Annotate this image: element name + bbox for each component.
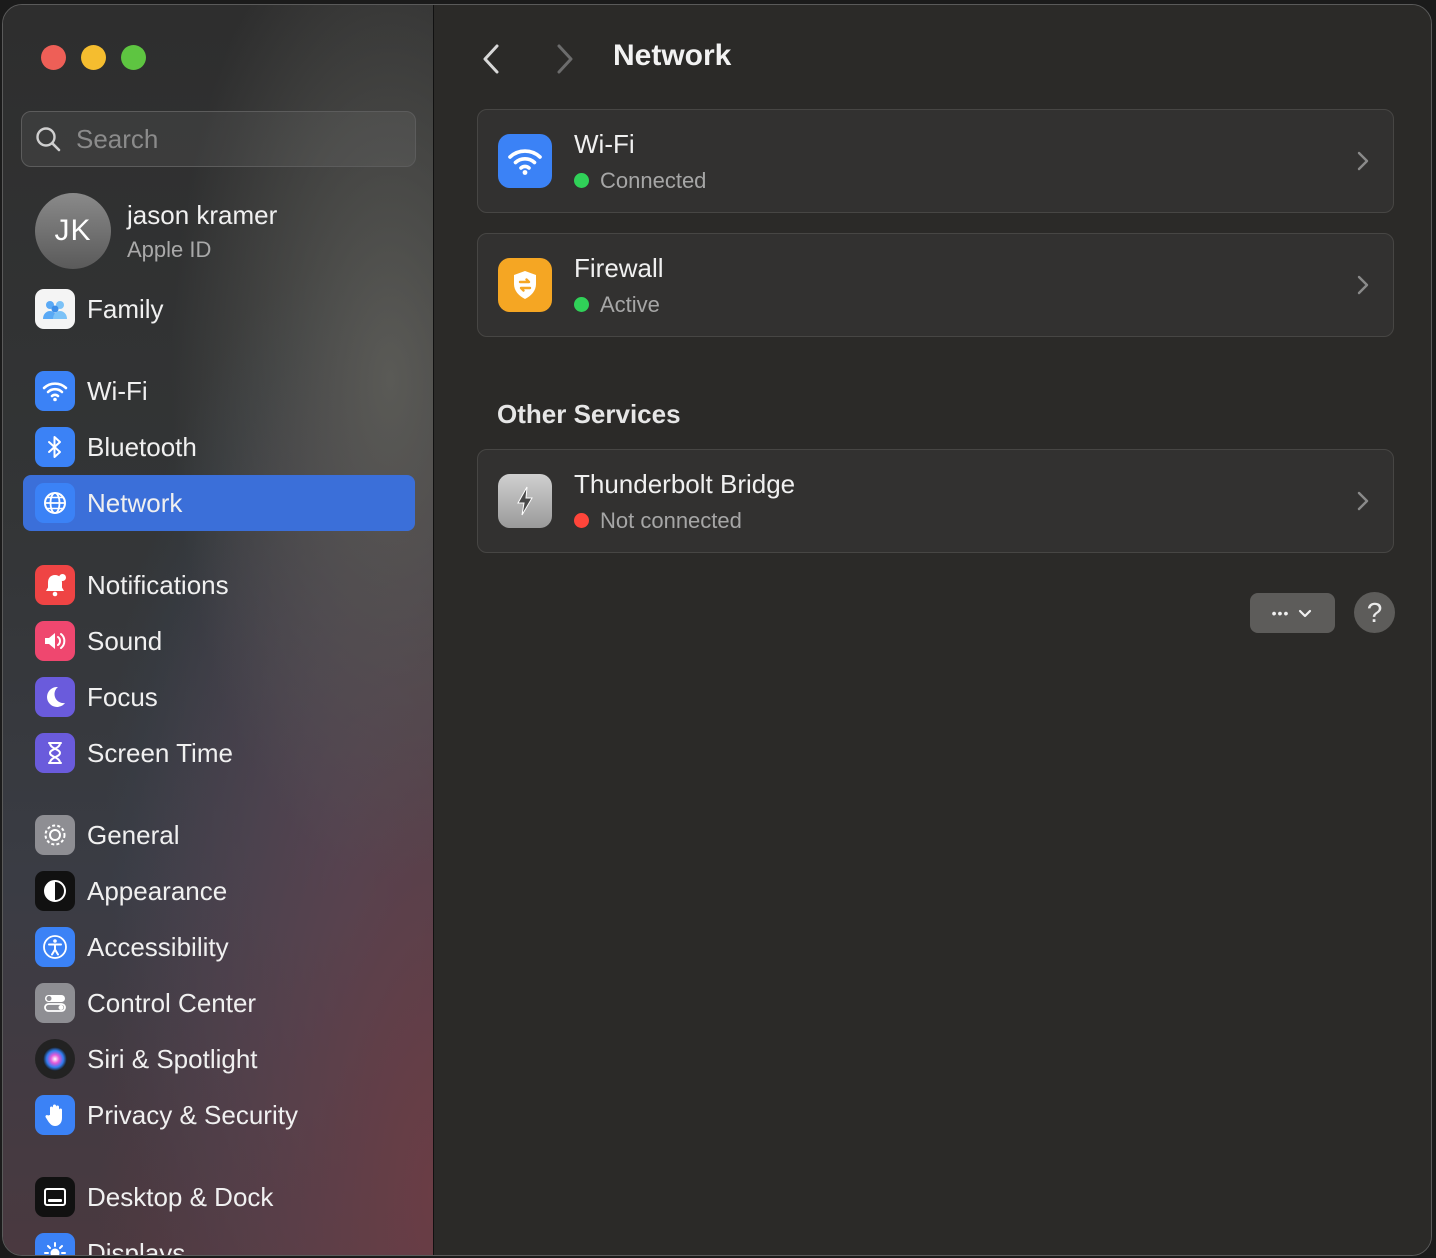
- thunderbolt-icon: [498, 474, 552, 528]
- apple-id-account[interactable]: JK jason kramer Apple ID: [35, 193, 277, 269]
- zoom-button[interactable]: [121, 45, 146, 70]
- speaker-icon: [35, 621, 75, 661]
- bluetooth-icon: [35, 427, 75, 467]
- sidebar-item-control-center[interactable]: Control Center: [23, 975, 415, 1031]
- chevron-right-icon: [1357, 275, 1369, 295]
- search-icon: [36, 127, 61, 152]
- ellipsis-icon: •••: [1271, 605, 1290, 621]
- sun-icon: [35, 1233, 75, 1255]
- sidebar-item-label: Desktop & Dock: [87, 1181, 274, 1212]
- section-title-other-services: Other Services: [497, 399, 681, 429]
- hourglass-icon: [35, 733, 75, 773]
- moon-icon: [35, 677, 75, 717]
- sidebar-item-focus[interactable]: Focus: [23, 669, 415, 725]
- family-icon: [35, 289, 75, 329]
- sidebar: JK jason kramer Apple ID Family Wi-Fi: [3, 5, 434, 1255]
- status-dot: [574, 513, 589, 528]
- more-actions-menu-button[interactable]: •••: [1250, 593, 1335, 633]
- page-title: Network: [613, 39, 732, 72]
- sidebar-item-network[interactable]: Network: [23, 475, 415, 531]
- sidebar-item-screen-time[interactable]: Screen Time: [23, 725, 415, 781]
- sidebar-item-label: Sound: [87, 625, 163, 656]
- account-subtitle: Apple ID: [127, 236, 212, 262]
- hand-icon: [35, 1095, 75, 1135]
- firewall-shield-icon: [498, 258, 552, 312]
- dock-icon: [35, 1177, 75, 1217]
- sidebar-item-label: Screen Time: [87, 737, 233, 768]
- settings-window: JK jason kramer Apple ID Family Wi-Fi: [2, 4, 1432, 1256]
- service-status: Connected: [600, 167, 707, 193]
- sidebar-item-family[interactable]: Family: [23, 281, 415, 337]
- sidebar-item-label: Wi-Fi: [87, 375, 148, 406]
- service-title: Firewall: [574, 252, 664, 283]
- service-row-wifi[interactable]: Wi-Fi Connected: [477, 109, 1394, 213]
- close-button[interactable]: [41, 45, 66, 70]
- forward-chevron-icon[interactable]: [549, 41, 579, 77]
- sidebar-item-accessibility[interactable]: Accessibility: [23, 919, 415, 975]
- gear-icon: [35, 815, 75, 855]
- status-dot: [574, 173, 589, 188]
- status-dot: [574, 297, 589, 312]
- sidebar-item-label: Network: [87, 487, 183, 518]
- sidebar-item-label: Notifications: [87, 569, 229, 600]
- sidebar-item-appearance[interactable]: Appearance: [23, 863, 415, 919]
- sidebar-item-desktop-dock[interactable]: Desktop & Dock: [23, 1169, 415, 1225]
- service-status: Active: [600, 291, 660, 317]
- window-controls: [41, 45, 146, 70]
- sidebar-item-label: Accessibility: [87, 931, 229, 962]
- chevron-right-icon: [1357, 491, 1369, 511]
- sidebar-item-label: Privacy & Security: [87, 1099, 298, 1130]
- sidebar-item-label: Siri & Spotlight: [87, 1043, 258, 1074]
- sidebar-item-displays[interactable]: Displays: [23, 1225, 415, 1256]
- chevron-right-icon: [1357, 151, 1369, 171]
- help-button[interactable]: ?: [1354, 592, 1395, 633]
- search-field[interactable]: [21, 111, 416, 167]
- toggles-icon: [35, 983, 75, 1023]
- sidebar-item-sound[interactable]: Sound: [23, 613, 415, 669]
- globe-icon: [35, 483, 75, 523]
- appearance-icon: [35, 871, 75, 911]
- service-title: Wi-Fi: [574, 128, 635, 159]
- sidebar-item-privacy-security[interactable]: Privacy & Security: [23, 1087, 415, 1143]
- account-name: jason kramer: [127, 199, 278, 230]
- service-row-thunderbolt-bridge[interactable]: Thunderbolt Bridge Not connected: [477, 449, 1394, 553]
- wifi-icon: [35, 371, 75, 411]
- service-status: Not connected: [600, 507, 742, 533]
- bell-icon: [35, 565, 75, 605]
- service-title: Thunderbolt Bridge: [574, 468, 796, 499]
- accessibility-icon: [35, 927, 75, 967]
- search-input[interactable]: [76, 123, 376, 155]
- sidebar-item-label: Control Center: [87, 987, 257, 1018]
- sidebar-item-label: Appearance: [87, 875, 228, 906]
- sidebar-item-notifications[interactable]: Notifications: [23, 557, 415, 613]
- sidebar-item-label: Family: [87, 293, 164, 324]
- sidebar-item-label: Displays: [87, 1237, 186, 1256]
- wifi-icon: [498, 134, 552, 188]
- minimize-button[interactable]: [81, 45, 106, 70]
- sidebar-item-label: General: [87, 819, 180, 850]
- sidebar-item-siri-spotlight[interactable]: Siri & Spotlight: [23, 1031, 415, 1087]
- siri-icon: [35, 1039, 75, 1079]
- sidebar-item-label: Bluetooth: [87, 431, 197, 462]
- service-row-firewall[interactable]: Firewall Active: [477, 233, 1394, 337]
- chevron-down-icon: [1299, 609, 1312, 618]
- sidebar-item-bluetooth[interactable]: Bluetooth: [23, 419, 415, 475]
- main-content: Network Wi-Fi Connected Firewall Active …: [435, 5, 1431, 1255]
- sidebar-item-general[interactable]: General: [23, 807, 415, 863]
- sidebar-item-label: Focus: [87, 681, 158, 712]
- back-chevron-icon[interactable]: [477, 41, 507, 77]
- sidebar-item-wifi[interactable]: Wi-Fi: [23, 363, 415, 419]
- avatar: JK: [35, 193, 111, 269]
